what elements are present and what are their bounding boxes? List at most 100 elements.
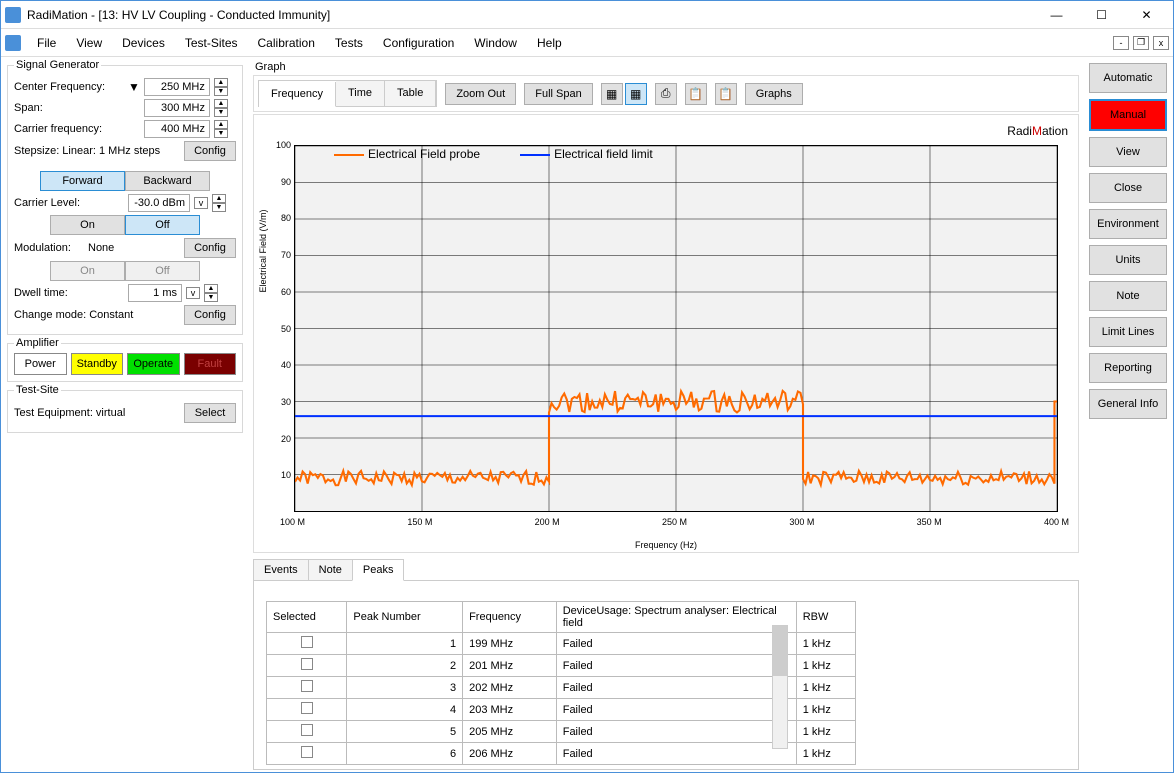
dwell-input[interactable] (128, 284, 182, 302)
center-freq-spinner[interactable]: ▲▼ (214, 78, 228, 96)
y-tick: 80 (269, 213, 291, 223)
row-checkbox[interactable] (301, 680, 313, 692)
cell-peak-number: 6 (347, 743, 463, 765)
row-checkbox[interactable] (301, 702, 313, 714)
reporting-button[interactable]: Reporting (1089, 353, 1167, 383)
change-mode-config-button[interactable]: Config (184, 305, 236, 325)
menu-window[interactable]: Window (466, 32, 525, 54)
app-icon (5, 7, 21, 23)
manual-button[interactable]: Manual (1089, 99, 1167, 131)
carrier-level-input[interactable] (128, 194, 190, 212)
tab-note[interactable]: Note (308, 559, 353, 581)
cell-frequency: 199 MHz (463, 633, 557, 655)
mdi-minimize-button[interactable]: - (1113, 36, 1129, 50)
cell-frequency: 202 MHz (463, 677, 557, 699)
col-peak-number[interactable]: Peak Number (347, 602, 463, 633)
maximize-button[interactable]: ☐ (1079, 1, 1124, 29)
backward-button[interactable]: Backward (125, 171, 210, 191)
tab-peaks[interactable]: Peaks (352, 559, 405, 581)
carrier-freq-input[interactable] (144, 120, 210, 138)
amp-power-button[interactable]: Power (14, 353, 67, 375)
span-spinner[interactable]: ▲▼ (214, 99, 228, 117)
carrier-level-spinner[interactable]: ▲▼ (212, 194, 226, 212)
y-tick: 50 (269, 324, 291, 334)
amp-standby-button[interactable]: Standby (71, 353, 124, 375)
menu-calibration[interactable]: Calibration (250, 32, 323, 54)
cell-peak-number: 4 (347, 699, 463, 721)
limit-lines-button[interactable]: Limit Lines (1089, 317, 1167, 347)
span-input[interactable] (144, 99, 210, 117)
close-button[interactable]: ✕ (1124, 1, 1169, 29)
carrier-level-dropdown-icon[interactable]: v (194, 197, 208, 209)
grid-selected-icon[interactable]: ▦ (625, 83, 647, 105)
amp-fault-button[interactable]: Fault (184, 353, 237, 375)
menu-configuration[interactable]: Configuration (375, 32, 462, 54)
graphs-button[interactable]: Graphs (745, 83, 803, 105)
modulation-off-button[interactable]: Off (125, 261, 200, 281)
menu-view[interactable]: View (68, 32, 110, 54)
amp-operate-button[interactable]: Operate (127, 353, 180, 375)
carrier-freq-spinner[interactable]: ▲▼ (214, 120, 228, 138)
amplifier-legend: Amplifier (14, 337, 61, 349)
modulation-on-button[interactable]: On (50, 261, 125, 281)
menu-file[interactable]: File (29, 32, 64, 54)
testsite-select-button[interactable]: Select (184, 403, 236, 423)
grid-plain-icon[interactable]: ▦ (601, 83, 623, 105)
print-chart-icon[interactable]: ⎙ (655, 83, 677, 105)
table-row[interactable]: 3 202 MHz Failed 1 kHz (267, 677, 856, 699)
mdi-restore-button[interactable]: ❐ (1133, 36, 1149, 50)
units-button[interactable]: Units (1089, 245, 1167, 275)
minimize-button[interactable]: — (1034, 1, 1079, 29)
carrier-on-button[interactable]: On (50, 215, 125, 235)
table-row[interactable]: 1 199 MHz Failed 1 kHz (267, 633, 856, 655)
general-info-button[interactable]: General Info (1089, 389, 1167, 419)
cell-frequency: 203 MHz (463, 699, 557, 721)
stepsize-config-button[interactable]: Config (184, 141, 236, 161)
stepsize-label: Stepsize: Linear: 1 MHz steps (14, 145, 180, 157)
table-row[interactable]: 4 203 MHz Failed 1 kHz (267, 699, 856, 721)
full-span-button[interactable]: Full Span (524, 83, 592, 105)
graph-legend: Graph (253, 59, 1079, 75)
row-checkbox[interactable] (301, 746, 313, 758)
tab-events[interactable]: Events (253, 559, 309, 581)
titlebar: RadiMation - [13: HV LV Coupling - Condu… (1, 1, 1173, 29)
table-row[interactable]: 6 206 MHz Failed 1 kHz (267, 743, 856, 765)
bottom-tabs: Events Note Peaks (253, 559, 1079, 581)
menu-help[interactable]: Help (529, 32, 570, 54)
table-row[interactable]: 2 201 MHz Failed 1 kHz (267, 655, 856, 677)
table-row[interactable]: 5 205 MHz Failed 1 kHz (267, 721, 856, 743)
col-device-usage[interactable]: DeviceUsage: Spectrum analyser: Electric… (556, 602, 796, 633)
row-checkbox[interactable] (301, 658, 313, 670)
note-button[interactable]: Note (1089, 281, 1167, 311)
row-checkbox[interactable] (301, 724, 313, 736)
environment-button[interactable]: Environment (1089, 209, 1167, 239)
dropdown-caret-icon[interactable]: ▼ (128, 80, 140, 94)
menu-test-sites[interactable]: Test-Sites (177, 32, 246, 54)
menu-tests[interactable]: Tests (327, 32, 371, 54)
row-checkbox[interactable] (301, 636, 313, 648)
export-chart-icon[interactable]: 📋 (715, 83, 737, 105)
table-scrollbar[interactable] (772, 625, 788, 749)
mdi-close-button[interactable]: x (1153, 36, 1169, 50)
plot-area[interactable] (294, 145, 1058, 512)
tab-table[interactable]: Table (385, 81, 436, 106)
zoom-out-button[interactable]: Zoom Out (445, 83, 516, 105)
view-button[interactable]: View (1089, 137, 1167, 167)
center-freq-input[interactable] (144, 78, 210, 96)
carrier-off-button[interactable]: Off (125, 215, 200, 235)
col-frequency[interactable]: Frequency (463, 602, 557, 633)
forward-button[interactable]: Forward (40, 171, 125, 191)
tab-frequency[interactable]: Frequency (259, 82, 336, 107)
col-rbw[interactable]: RBW (796, 602, 855, 633)
modulation-config-button[interactable]: Config (184, 238, 236, 258)
copy-chart-icon[interactable]: 📋 (685, 83, 707, 105)
close-button-right[interactable]: Close (1089, 173, 1167, 203)
cell-rbw: 1 kHz (796, 721, 855, 743)
dwell-spinner[interactable]: ▲▼ (204, 284, 218, 302)
automatic-button[interactable]: Automatic (1089, 63, 1167, 93)
peaks-table: Selected Peak Number Frequency DeviceUsa… (266, 601, 856, 765)
dwell-dropdown-icon[interactable]: v (186, 287, 200, 299)
tab-time[interactable]: Time (336, 81, 385, 106)
col-selected[interactable]: Selected (267, 602, 347, 633)
menu-devices[interactable]: Devices (114, 32, 173, 54)
